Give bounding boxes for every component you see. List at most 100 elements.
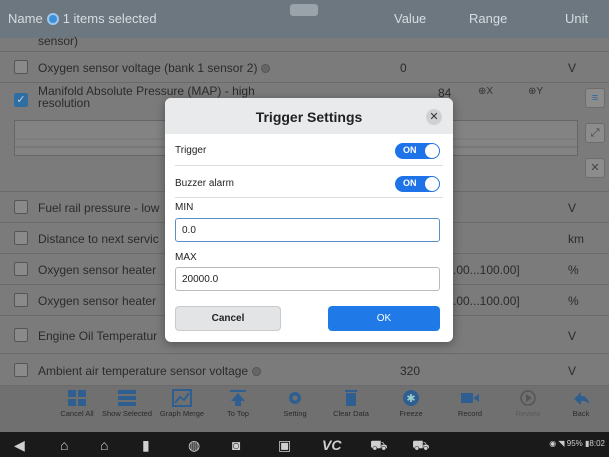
row-checkbox[interactable] [14,262,28,276]
review-button[interactable]: Review [499,389,557,418]
to-top-button[interactable]: To Top [209,389,267,418]
row-unit: % [568,263,579,277]
list-row[interactable]: sensor) [0,34,609,52]
info-icon[interactable] [252,367,262,377]
car-connect-icon[interactable]: ⛟ [412,437,430,453]
screen-record-icon[interactable]: ▣ [278,437,291,453]
collapse-handle[interactable] [290,4,318,16]
zoom-y-button[interactable]: ⊕Y [528,86,543,97]
vci-icon[interactable]: VC [322,437,341,453]
divider [175,165,443,166]
row-range: .00...100.00] [453,263,520,277]
menu-icon[interactable]: ≡ [585,88,605,108]
header-name: Name 1 items selected [8,11,157,26]
graph-merge-button[interactable]: Graph Merge [153,389,211,418]
dialog-header: Trigger Settings ✕ [165,98,453,134]
column-value: Value [394,11,427,26]
row-label: Ambient air temperature sensor voltage [38,364,262,378]
play-icon [520,390,536,406]
record-button[interactable]: Record [441,389,499,418]
to-top-icon [230,390,246,406]
trigger-settings-dialog: Trigger Settings ✕ Trigger ON Buzzer ala… [165,98,453,342]
row-checkbox-checked[interactable]: ✓ [14,93,28,107]
graph-icon [172,389,192,407]
row-unit: V [568,329,577,343]
clock-time: 8:02 [589,439,605,448]
setting-button[interactable]: Setting [266,389,324,418]
divider [175,197,443,198]
row-label: Oxygen sensor heater [38,294,157,308]
list-row[interactable]: Ambient air temperature sensor voltage 3… [0,354,609,386]
select-gear-icon[interactable] [46,12,59,25]
list-row[interactable]: Oxygen sensor voltage (bank 1 sensor 2) … [0,52,609,83]
svg-text:✱: ✱ [406,393,415,405]
row-label: Distance to next servic [38,232,159,246]
nav-home-icon[interactable]: ⌂ [60,437,68,453]
toggle-knob [425,144,439,158]
row-checkbox[interactable] [14,293,28,307]
row-checkbox[interactable] [14,231,28,245]
row-unit: V [568,61,577,75]
status-area: ◉ ◥ 95% ▮8:02 [549,439,605,448]
back-button[interactable]: Back [552,389,609,418]
column-unit: Unit [565,11,589,26]
row-label: sensor) [38,34,79,48]
row-checkbox[interactable] [14,363,28,377]
ok-button[interactable]: OK [328,306,440,331]
camera-record-icon [461,393,479,403]
row-label: Oxygen sensor heater [38,263,157,277]
app-root: Name 1 items selected Value Range Unit s… [0,0,609,457]
max-label: MAX [175,252,197,263]
cancel-button[interactable]: Cancel [175,306,281,331]
battery-level: 95% [566,439,583,448]
column-range: Range [469,11,508,26]
row-label: Engine Oil Temperatur [38,329,158,343]
info-icon[interactable] [261,64,271,74]
clear-data-button[interactable]: Clear Data [322,389,380,418]
zoom-x-button[interactable]: ⊕X [478,86,493,97]
list-grid-icon [118,390,136,406]
max-input[interactable] [175,267,440,291]
car-icon[interactable]: ⛟ [370,437,388,453]
dialog-title: Trigger Settings [255,109,363,125]
back-arrow-icon [574,392,589,405]
browser-icon[interactable]: ◍ [188,437,200,453]
nav-back-icon[interactable]: ◀ [14,437,25,453]
row-value: 320 [400,364,421,378]
row-checkbox[interactable] [14,60,28,74]
row-checkbox[interactable] [14,200,28,214]
bottom-toolbar: Cancel All Show Selected Graph Merge To … [0,386,609,432]
trash-icon [345,390,357,406]
row-value: 0 [400,61,407,75]
row-checkbox[interactable] [14,328,28,342]
min-label: MIN [175,202,194,213]
diagnostics-home-icon[interactable]: ⌂ [100,437,108,453]
list-header: Name 1 items selected Value Range Unit [0,0,609,38]
system-nav-bar: ◀ ⌂ ⌂ ▮ ◍ ◙ ▣ VC ⛟ ⛟ ◉ ◥ 95% ▮8:02 [0,432,609,457]
row-unit: % [568,294,579,308]
fullscreen-icon[interactable]: ⤢ [585,123,605,143]
trigger-label: Trigger [175,145,207,156]
snowflake-icon: ✱ [403,390,419,406]
freeze-button[interactable]: ✱ Freeze [382,389,440,418]
header-title: Name [8,11,43,26]
buzzer-alarm-label: Buzzer alarm [175,178,234,189]
row-unit: km [568,232,584,246]
close-icon[interactable]: ✕ [426,109,442,125]
grid-icon [68,390,86,406]
min-input[interactable] [175,218,440,242]
row-label: Oxygen sensor voltage (bank 1 sensor 2) [38,61,271,75]
close-graph-icon[interactable]: ✕ [585,158,605,178]
settings-icon [289,392,301,404]
show-selected-button[interactable]: Show Selected [98,389,156,418]
row-unit: V [568,201,577,215]
selection-count: 1 items selected [62,11,157,26]
buzzer-alarm-toggle[interactable]: ON [395,176,440,192]
row-unit: V [568,364,577,378]
screenshot-icon[interactable]: ◙ [232,437,240,453]
row-range: .00...100.00] [453,294,520,308]
row-label: Fuel rail pressure - low [38,201,160,215]
trigger-toggle[interactable]: ON [395,143,440,159]
toggle-knob [425,177,439,191]
recent-apps-icon[interactable]: ▮ [142,437,150,453]
